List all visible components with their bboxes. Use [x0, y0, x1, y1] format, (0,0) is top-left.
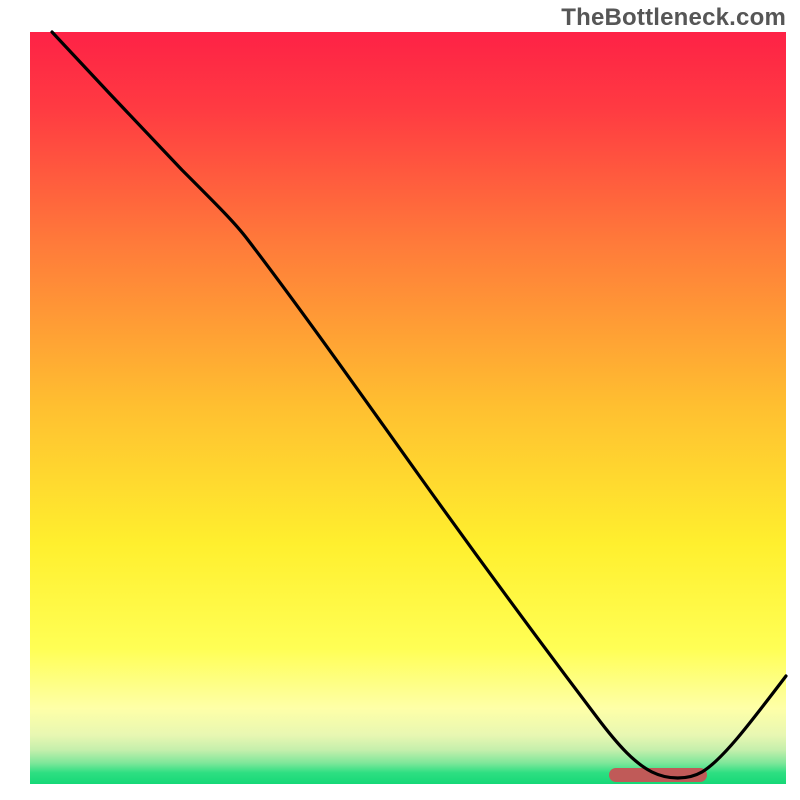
- chart-stage: TheBottleneck.com: [0, 0, 800, 800]
- gradient-plot-area: [30, 32, 786, 784]
- watermark-text: TheBottleneck.com: [561, 4, 786, 32]
- bottleneck-chart: [0, 0, 800, 800]
